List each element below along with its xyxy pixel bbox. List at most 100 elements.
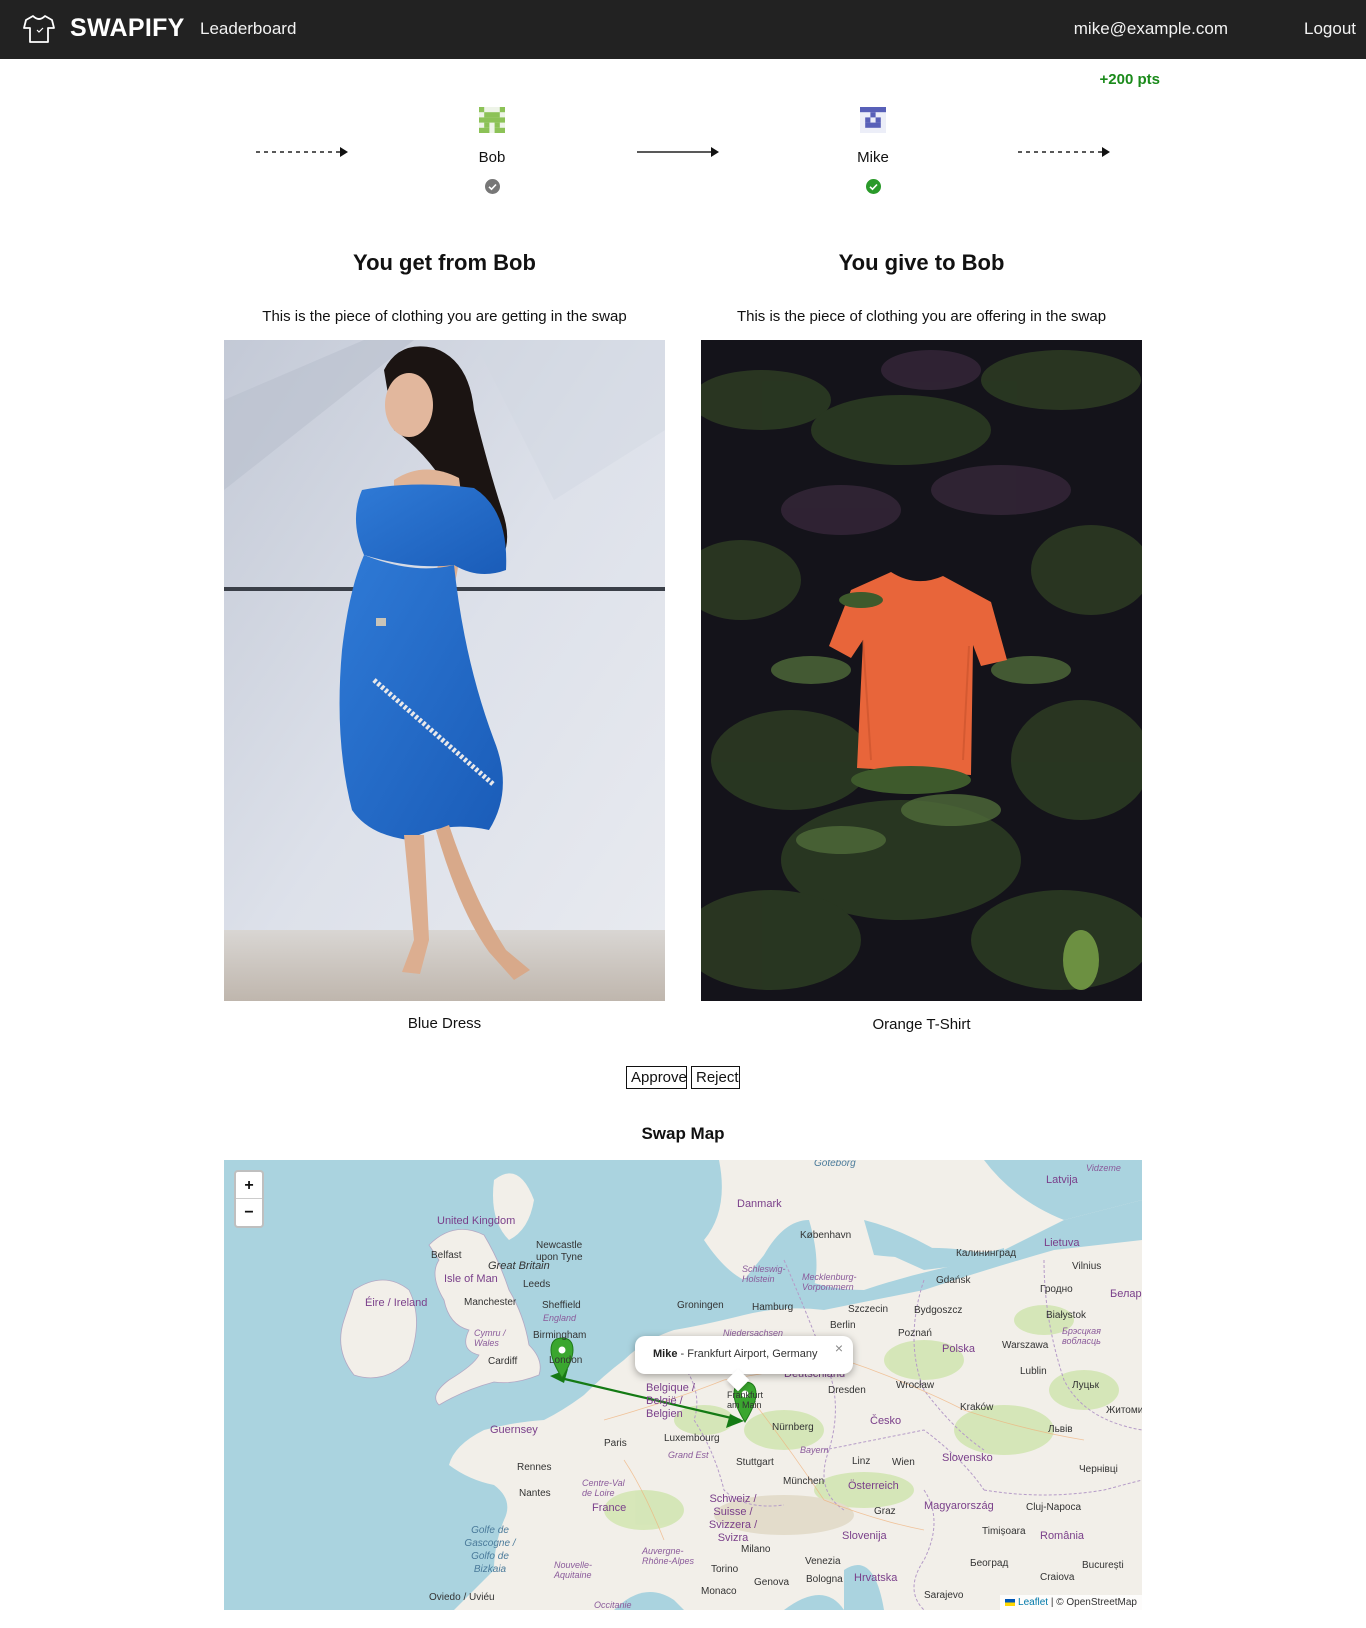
map-label: Golfe de Gascogne / Golfo de Bizkaia [464,1525,516,1575]
map-label: Danmark [737,1198,782,1210]
map-label: Timișoara [982,1526,1026,1537]
map-label: Белар [1110,1288,1142,1300]
map-label: Чернівці [1079,1464,1118,1475]
orange-tshirt-photo [701,340,1142,1001]
map-label: Venezia [805,1556,841,1567]
map-label: Vidzeme [1086,1163,1121,1173]
get-description: This is the piece of clothing you are ge… [262,308,627,325]
map-label: Nantes [519,1488,551,1499]
map-label: Paris [604,1438,627,1449]
map-label: Гродно [1040,1284,1073,1295]
map-label: Schweiz / Suisse / Svizzera / Svizra [708,1493,758,1544]
map-label: Berlin [830,1320,856,1331]
map-label: France [592,1502,627,1514]
mike-avatar [860,107,886,133]
map-label: Isle of Man [444,1273,498,1285]
map-label: Auvergne-Rhône-Alpes [642,1546,695,1566]
zoom-controls: + − [234,1170,264,1228]
map-label: Луцьк [1072,1380,1099,1391]
zoom-in-button[interactable]: + [236,1172,262,1199]
map-label: Slovensko [942,1452,993,1464]
map-label: Szczecin [848,1304,889,1315]
map-label: Oviedo / Uviéu [429,1592,495,1603]
map-label: Newcastle upon Tyne [536,1240,583,1263]
top-navbar: SWAPIFY Leaderboard mike@example.com Log… [0,0,1366,59]
map-label: Rennes [517,1462,552,1473]
location-popup: Mike - Frankfurt Airport, Germany × [635,1336,853,1392]
map-label: Львів [1048,1424,1073,1435]
nav-leaderboard-link[interactable]: Leaderboard [200,19,296,39]
map-label: Milano [741,1544,771,1555]
map-label: Nürnberg [772,1422,814,1433]
map-label: Craiova [1040,1572,1075,1583]
popup-user-name: Mike [653,1348,678,1360]
map-label: Hrvatska [854,1572,898,1584]
dashed-arrow-icon [256,145,348,157]
map-label: Cymru / Wales [474,1328,506,1348]
map-label: Guernsey [490,1424,538,1436]
map-label: Belfast [431,1250,462,1261]
dashed-arrow-icon [1018,145,1110,157]
popup-location: - Frankfurt Airport, Germany [677,1348,818,1360]
map-label: Grand Est [668,1450,709,1460]
map-label: Česko [870,1415,902,1427]
points-badge: +200 pts [1099,71,1160,88]
swap-map[interactable]: Göteborg United Kingdom Great Britain Éi… [224,1160,1142,1610]
map-label: Gdańsk [936,1275,971,1286]
approve-button[interactable]: Approve [626,1066,687,1089]
get-title: You get from Bob [353,250,536,275]
close-icon[interactable]: × [835,1340,843,1356]
map-label: Cardiff [488,1356,518,1367]
user-email-link[interactable]: mike@example.com [1074,19,1228,39]
map-label: Nouvelle-Aquitaine [554,1560,593,1580]
map-label: Wien [892,1457,915,1468]
map-label: Frankfurt am Main [727,1390,764,1410]
blue-dress-photo [224,340,665,1001]
zoom-out-button[interactable]: − [236,1199,262,1226]
tshirt-logo-icon[interactable] [22,13,56,45]
chain-user-bob: Bob [478,149,506,166]
map-label: Göteborg [814,1160,856,1169]
map-label: Warszawa [1002,1340,1049,1351]
logout-link[interactable]: Logout [1304,19,1356,39]
map-label: Monaco [701,1586,737,1597]
ukraine-flag-icon [1005,1598,1016,1606]
leaflet-link[interactable]: Leaflet [1018,1597,1048,1608]
map-label: Belgique / België / Belgien [646,1382,695,1420]
map-label: Београд [970,1558,1009,1569]
map-label: Калининград [956,1248,1017,1259]
map-label: Wrocław [896,1380,935,1391]
map-label: Linz [852,1456,871,1467]
map-label: Birmingham [533,1330,587,1341]
map-label: Éire / Ireland [365,1297,428,1309]
map-label: Stuttgart [736,1457,774,1468]
map-label: Житоми [1106,1405,1142,1416]
give-title: You give to Bob [838,250,1005,275]
solid-arrow-icon [637,145,719,157]
map-label: Torino [711,1564,739,1575]
chain-user-mike: Mike [857,149,889,166]
map-label: Latvija [1046,1174,1078,1186]
map-label: Groningen [677,1300,724,1311]
map-label: Dresden [828,1385,866,1396]
map-attribution: Leaflet | © OpenStreetMap [1000,1595,1142,1610]
pending-check-icon [485,179,500,194]
map-label: München [783,1476,825,1487]
brand-name[interactable]: SWAPIFY [70,14,185,43]
map-label: Hamburg [752,1302,794,1313]
map-label: Occitanie [594,1600,632,1610]
map-label: Poznań [898,1328,932,1339]
map-label: Vilnius [1072,1261,1102,1272]
map-label: Bayern [800,1445,829,1455]
map-label: Magyarország [924,1500,994,1512]
map-label: Białystok [1046,1310,1087,1321]
map-title: Swap Map [641,1124,725,1143]
map-label: København [800,1230,852,1241]
map-label: Mecklenburg-Vorpommern [802,1272,857,1292]
bob-avatar [479,107,505,133]
map-label: Lietuva [1044,1237,1080,1249]
osm-attribution[interactable]: © OpenStreetMap [1056,1597,1137,1608]
map-label: Slovenija [842,1530,887,1542]
map-label: Bologna [806,1574,843,1585]
reject-button[interactable]: Reject [691,1066,740,1089]
